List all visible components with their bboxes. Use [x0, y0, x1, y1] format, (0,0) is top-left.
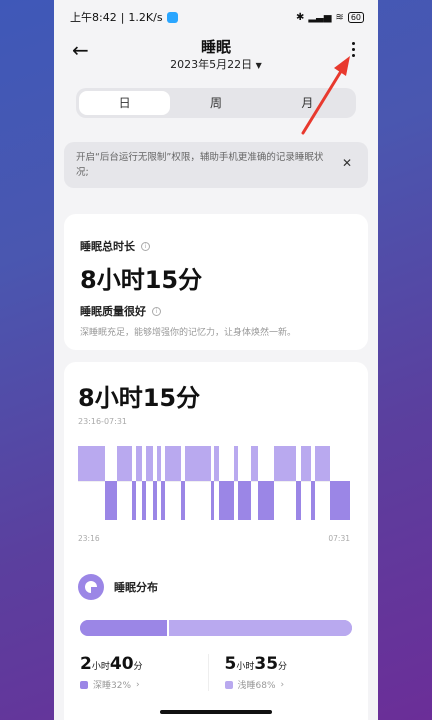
- tab-month[interactable]: 月: [262, 91, 353, 115]
- permission-notice: 开启“后台运行无限制”权限，辅助手机更准确的记录睡眠状况; ✕: [64, 142, 368, 188]
- time-range: 23:16-07:31: [78, 417, 127, 426]
- close-icon[interactable]: ✕: [342, 156, 352, 171]
- pie-chart-icon: [78, 574, 104, 600]
- deep-sleep-segment: [105, 481, 118, 520]
- app-notification-icon: [166, 11, 178, 23]
- battery-icon: 60: [347, 11, 364, 23]
- deep-sleep-segment: [211, 481, 214, 520]
- page-title: 睡眠: [200, 38, 231, 56]
- network-speed: 1.2K/s: [128, 10, 163, 24]
- total-duration-value: 8小时15分: [80, 266, 203, 294]
- light-sleep-segment: [165, 446, 182, 481]
- light-sleep-segment: [117, 446, 133, 481]
- stage-duration: 8小时15分: [78, 384, 201, 412]
- distribution-title: 睡眠分布: [114, 581, 158, 594]
- quality-label: 睡眠质量很好: [80, 305, 146, 318]
- tab-week[interactable]: 周: [170, 91, 261, 115]
- light-sleep-segment: [314, 446, 330, 481]
- light-sleep-segment: [146, 446, 153, 481]
- phone-screen: 上午8:42 | 1.2K/s ✱ ▂▃▅ ≋ 60 ← 睡眠 2023年5月2…: [54, 0, 378, 720]
- deep-sleep-segment: [238, 481, 251, 520]
- light-sleep-stat: 5小时35分 浅睡68% ›: [207, 654, 353, 691]
- light-sleep-segment: [214, 446, 220, 481]
- deep-sleep-segment: [132, 481, 137, 520]
- status-time: 上午8:42: [70, 11, 117, 24]
- light-sleep-segment: [156, 446, 161, 481]
- home-indicator[interactable]: [160, 710, 272, 714]
- period-tabs: 日 周 月: [76, 88, 356, 118]
- light-sleep-segment: [273, 446, 296, 481]
- light-sleep-segment: [234, 446, 239, 481]
- sleep-stage-card: 8小时15分 23:16-07:31 23:16 07:31 睡眠分布 2小时4…: [64, 362, 368, 720]
- deep-sleep-segment: [160, 481, 166, 520]
- deep-sleep-segment: [329, 481, 350, 520]
- deep-sleep-segment: [219, 481, 235, 520]
- light-color-swatch: [224, 680, 233, 689]
- light-sleep-segment: [185, 446, 212, 481]
- date-picker[interactable]: 2023年5月22日 ▼: [54, 56, 378, 72]
- date-label: 2023年5月22日: [170, 58, 253, 71]
- deep-sleep-segment: [152, 481, 157, 520]
- sleep-stage-chart[interactable]: [78, 428, 350, 534]
- light-sleep-segment: [78, 446, 106, 481]
- deep-sleep-stat: 2小时40分 深睡32% ›: [80, 654, 208, 691]
- notice-text: 开启“后台运行无限制”权限，辅助手机更准确的记录睡眠状况;: [76, 152, 324, 178]
- light-hours: 5: [224, 654, 237, 674]
- more-vertical-icon[interactable]: [350, 42, 356, 57]
- chart-start-label: 23:16: [78, 534, 100, 543]
- light-sleep-segment: [136, 446, 142, 481]
- light-sleep-segment: [250, 446, 258, 481]
- tab-day[interactable]: 日: [79, 91, 171, 115]
- distribution-stats: 2小时40分 深睡32% › 5小时35分 浅睡68% ›: [80, 654, 352, 691]
- light-sleep-bar: [169, 620, 352, 636]
- chevron-right-icon: ›: [136, 679, 140, 690]
- info-icon[interactable]: i: [141, 241, 150, 251]
- total-duration-label: 睡眠总时长: [80, 240, 135, 253]
- caret-down-icon: ▼: [255, 61, 262, 70]
- light-sleep-legend[interactable]: 浅睡68% ›: [224, 678, 353, 691]
- deep-minutes: 40: [109, 654, 134, 674]
- page-header: ← 睡眠 2023年5月22日 ▼: [54, 34, 378, 80]
- chart-end-label: 07:31: [328, 534, 350, 543]
- quality-description: 深睡眠充足，能够增强你的记忆力，让身体焕然一新。: [80, 328, 297, 338]
- signal-icon: ▂▃▅: [308, 11, 332, 23]
- info-icon[interactable]: i: [152, 306, 161, 316]
- deep-sleep-segment: [310, 481, 315, 520]
- light-sleep-segment: [301, 446, 311, 481]
- deep-sleep-segment: [181, 481, 186, 520]
- light-minutes: 35: [254, 654, 279, 674]
- deep-color-swatch: [80, 680, 88, 689]
- wifi-icon: ≋: [335, 11, 344, 23]
- deep-sleep-bar: [80, 620, 168, 636]
- deep-hours: 2: [80, 654, 92, 674]
- deep-sleep-segment: [295, 481, 302, 520]
- bluetooth-icon: ✱: [295, 11, 305, 23]
- deep-sleep-segment: [257, 481, 274, 520]
- deep-sleep-legend[interactable]: 深睡32% ›: [80, 678, 208, 691]
- distribution-bar: [80, 620, 352, 636]
- status-bar: 上午8:42 | 1.2K/s ✱ ▂▃▅ ≋ 60: [54, 0, 378, 34]
- sleep-summary-card: 睡眠总时长 i 8小时15分 睡眠质量很好 i 深睡眠充足，能够增强你的记忆力，…: [64, 214, 368, 350]
- deep-sleep-segment: [141, 481, 146, 520]
- chevron-right-icon: ›: [280, 679, 285, 690]
